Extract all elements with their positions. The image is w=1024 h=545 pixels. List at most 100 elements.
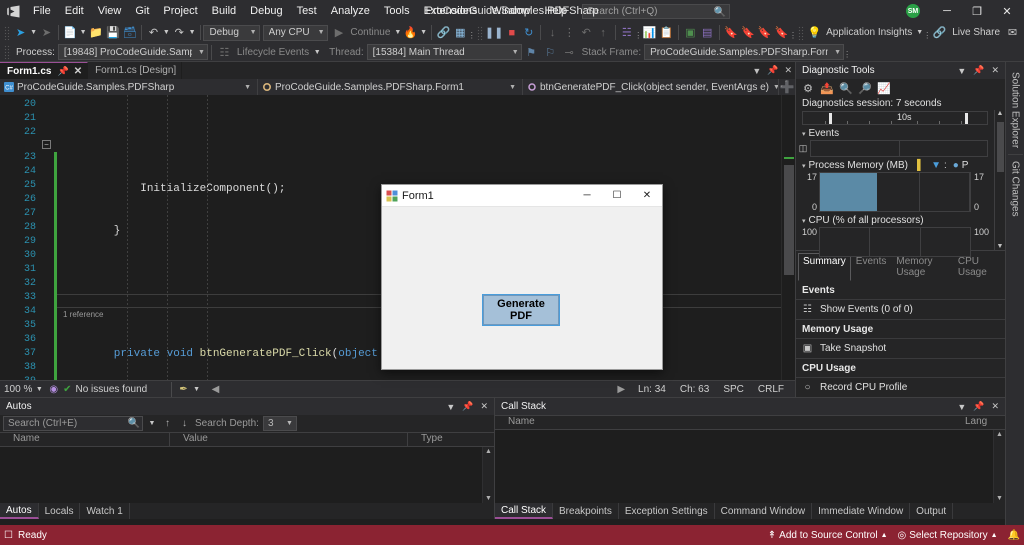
process-select[interactable]: [19848] ProCodeGuide.Samples.PD ▼ <box>57 44 208 60</box>
split-view-icon[interactable]: ➕ <box>779 79 795 95</box>
form1-title-bar[interactable]: Form1 ─ ☐ ✕ <box>382 185 662 207</box>
step-out-icon[interactable]: ↶ <box>578 23 595 42</box>
chevron-down-icon[interactable]: ▼ <box>769 84 778 91</box>
diagnostics-tab-summary[interactable]: Summary <box>798 253 851 281</box>
tab-locals[interactable]: Locals <box>39 503 81 519</box>
save-icon[interactable]: 💾 <box>104 23 121 42</box>
build-configuration-select[interactable]: Debug ▼ <box>203 24 260 41</box>
lifecycle-events-icon[interactable]: ☷ <box>215 43 234 62</box>
bookmark-icon[interactable]: ▣ <box>682 23 699 42</box>
chevron-down-icon[interactable]: ▼ <box>446 402 455 412</box>
continue-dropdown-icon[interactable]: ▼ <box>393 29 402 36</box>
navigate-forward-icon[interactable]: ➤ <box>38 23 55 42</box>
glyph-margin[interactable]: − <box>40 95 54 380</box>
intellicode-icon[interactable]: ◉ <box>44 384 63 395</box>
restart-icon[interactable]: ↻ <box>520 23 537 42</box>
search-next-icon[interactable]: ↓ <box>178 418 191 429</box>
document-tab-form1-design[interactable]: Form1.cs [Design] <box>88 62 183 79</box>
step-over-icon[interactable]: ⋮ <box>561 23 578 42</box>
menu-project[interactable]: Project <box>156 0 204 22</box>
tab-command-window[interactable]: Command Window <box>715 503 813 519</box>
close-button[interactable]: ✕ <box>992 0 1022 22</box>
scroll-down-icon[interactable]: ▼ <box>485 495 492 502</box>
bookmark-window-icon[interactable]: 🔖 <box>723 23 740 42</box>
menu-file[interactable]: File <box>26 0 58 22</box>
diagnostics-tab-memory-usage[interactable]: Memory Usage <box>891 253 953 281</box>
menu-edit[interactable]: Edit <box>58 0 91 22</box>
autos-scrollbar[interactable]: ▲ ▼ <box>482 447 494 503</box>
undo-icon[interactable]: ↶ <box>145 23 162 42</box>
zoom-in-icon[interactable]: 🔍 <box>838 80 854 96</box>
toolbar-overflow-icon[interactable]: ⋮ <box>468 26 476 40</box>
diagnostics-tab-events[interactable]: Events <box>851 253 892 281</box>
vertical-tab-solution-explorer[interactable]: Solution Explorer <box>1008 66 1023 154</box>
breadcrumb-member[interactable]: btnGeneratePDF_Click(object sender, Even… <box>523 79 779 95</box>
stop-icon[interactable]: ■ <box>503 23 520 42</box>
debug-toolbar-overflow-icon[interactable]: ⋮ <box>843 45 851 59</box>
autos-search-input[interactable]: Search (Ctrl+E) 🔍 <box>3 416 143 431</box>
events-lane[interactable] <box>810 140 988 157</box>
collapse-region-icon[interactable]: − <box>42 140 51 149</box>
scroll-up-icon[interactable]: ▲ <box>996 431 1003 438</box>
thread-select[interactable]: [15384] Main Thread ▼ <box>366 44 522 60</box>
restore-button[interactable]: ❐ <box>962 0 992 22</box>
lifecycle-dropdown-icon[interactable]: ▼ <box>312 49 322 56</box>
bookmarks-overflow-icon[interactable]: ⋮ <box>789 26 797 40</box>
search-depth-select[interactable]: 3 ▼ <box>262 416 297 431</box>
tab-autos[interactable]: Autos <box>0 503 39 519</box>
flag-icon[interactable]: ⚑ <box>522 43 541 62</box>
diagnostics-tab-cpu-usage[interactable]: CPU Usage <box>953 253 1003 281</box>
debug-toolbar-grip[interactable] <box>476 25 483 40</box>
pin-icon[interactable]: 📌 <box>57 66 68 77</box>
breadcrumb-class[interactable]: ProCodeGuide.Samples.PDFSharp.Form1 ▼ <box>258 79 523 95</box>
zoom-out-icon[interactable]: 🔎 <box>857 80 873 96</box>
generate-pdf-button[interactable]: Generate PDF <box>482 294 560 326</box>
menu-extensions[interactable]: Extensions <box>417 0 485 22</box>
lifecycle-events-label[interactable]: Lifecycle Events <box>234 47 312 58</box>
tab-immediate-window[interactable]: Immediate Window <box>812 503 911 519</box>
zoom-level[interactable]: 100 % <box>4 384 34 395</box>
export-icon[interactable]: 📤 <box>819 80 835 96</box>
memory-plot[interactable] <box>819 172 971 212</box>
next-bookmark-icon[interactable]: 🔖 <box>756 23 773 42</box>
attach-to-process-icon[interactable]: 🔗 <box>435 23 452 42</box>
bell-icon[interactable]: 🔔 <box>1008 530 1020 541</box>
redo-dropdown-icon[interactable]: ▼ <box>188 29 197 36</box>
document-tab-form1-cs[interactable]: Form1.cs 📌 ✕ <box>0 62 89 79</box>
flags-icon[interactable]: ⚐ <box>541 43 560 62</box>
menu-analyze[interactable]: Analyze <box>324 0 377 22</box>
cpu-group-header[interactable]: ▾ CPU (% of all processors) <box>796 212 994 227</box>
pin-icon[interactable]: 📌 <box>973 65 984 76</box>
pin-icon[interactable]: 📌 <box>767 65 778 76</box>
debug-location-grip[interactable] <box>4 45 11 59</box>
new-project-icon[interactable]: 📄 <box>62 23 79 42</box>
settings-gear-icon[interactable]: ⚙ <box>800 80 816 96</box>
live-share-icon[interactable]: 🔗 <box>930 23 949 42</box>
close-icon[interactable]: ✕ <box>784 65 792 76</box>
menu-debug[interactable]: Debug <box>243 0 289 22</box>
save-all-icon[interactable]: 🗃 <box>121 23 138 42</box>
avatar[interactable]: SM <box>906 4 920 18</box>
tab-output[interactable]: Output <box>910 503 954 519</box>
menu-test[interactable]: Test <box>290 0 324 22</box>
breadcrumb-project[interactable]: C# ProCodeGuide.Samples.PDFSharp ▼ <box>0 79 258 95</box>
form1-window[interactable]: Form1 ─ ☐ ✕ Generate PDF <box>381 184 663 370</box>
hot-reload-dropdown-icon[interactable]: ▼ <box>419 29 428 36</box>
tab-list-icon[interactable]: ▼ <box>752 66 761 76</box>
vertical-tab-git-changes[interactable]: Git Changes <box>1007 154 1023 223</box>
minimize-button[interactable]: ─ <box>932 0 962 22</box>
menu-window[interactable]: Window <box>484 0 537 22</box>
chevron-down-icon[interactable]: ▼ <box>957 402 966 412</box>
toolbar-grip[interactable] <box>4 25 11 40</box>
tab-breakpoints[interactable]: Breakpoints <box>553 503 619 519</box>
menu-view[interactable]: View <box>91 0 129 22</box>
close-icon[interactable]: ✕ <box>991 65 999 76</box>
open-file-icon[interactable]: 📁 <box>88 23 105 42</box>
global-search-input[interactable]: Search (Ctrl+Q) 🔍 <box>582 3 731 19</box>
menu-build[interactable]: Build <box>205 0 243 22</box>
lightbulb-icon[interactable]: 💡 <box>806 23 823 42</box>
navigate-back-icon[interactable]: ➤ <box>12 23 29 42</box>
show-events-item[interactable]: ☷ Show Events (0 of 0) <box>796 300 1005 320</box>
editor-vertical-scrollbar[interactable] <box>781 95 795 380</box>
tab-watch-1[interactable]: Watch 1 <box>80 503 130 519</box>
